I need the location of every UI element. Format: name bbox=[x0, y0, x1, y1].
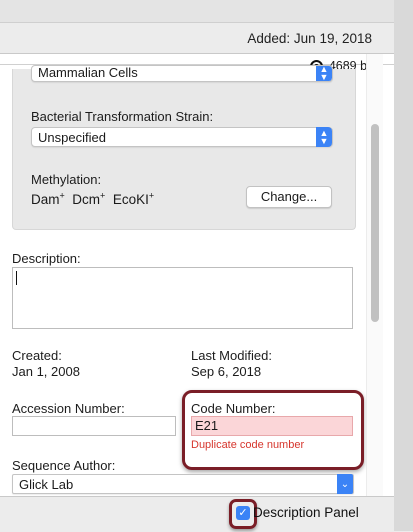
host-settings-group: Mammalian Cells ▲ ▼ Bacterial Transformat… bbox=[12, 65, 356, 230]
code-number-field[interactable]: E21 bbox=[191, 416, 353, 436]
sequence-properties-panel: 4689 bp Mammalian Cells ▲ ▼ Bacterial Tra… bbox=[0, 54, 394, 496]
code-number-label: Code Number: bbox=[191, 401, 276, 416]
methylation-list: Dam+ Dcm+ EcoKI+ bbox=[31, 190, 154, 207]
added-date-strip: Added: Jun 19, 2018 bbox=[0, 23, 394, 54]
accession-number-field[interactable] bbox=[12, 416, 176, 436]
change-methylation-button[interactable]: Change... bbox=[246, 186, 332, 208]
chevron-up-down-icon: ▲ ▼ bbox=[316, 127, 332, 147]
strain-label: Bacterial Transformation Strain: bbox=[31, 109, 214, 124]
methylation-dam: Dam+ bbox=[31, 190, 65, 207]
host-select-value: Mammalian Cells bbox=[38, 65, 138, 80]
methylation-dcm: Dcm+ bbox=[72, 190, 106, 207]
created-value: Jan 1, 2008 bbox=[12, 364, 80, 379]
strain-select[interactable]: Unspecified ▲ ▼ bbox=[31, 127, 333, 147]
chevron-up-down-icon: ▲ ▼ bbox=[316, 66, 332, 81]
added-label: Added: bbox=[247, 31, 291, 46]
sequence-author-combo[interactable]: Glick Lab ⌄ bbox=[12, 474, 354, 494]
description-panel-label: Description Panel bbox=[253, 505, 359, 520]
accession-number-label: Accession Number: bbox=[12, 401, 125, 416]
sequence-author-value: Glick Lab bbox=[19, 477, 74, 492]
methylation-ecoki: EcoKI+ bbox=[112, 190, 155, 207]
scrollbar-thumb[interactable] bbox=[371, 124, 379, 322]
last-modified-value: Sep 6, 2018 bbox=[191, 364, 262, 379]
sequence-author-label: Sequence Author: bbox=[12, 458, 116, 473]
created-label: Created: bbox=[12, 348, 62, 363]
description-label: Description: bbox=[12, 251, 81, 266]
bottom-bar: ✓ Description Panel bbox=[0, 496, 394, 532]
host-select[interactable]: Mammalian Cells ▲ ▼ bbox=[31, 65, 333, 82]
window-titlebar bbox=[0, 0, 394, 23]
description-textarea[interactable] bbox=[12, 267, 353, 329]
code-number-error: Duplicate code number bbox=[191, 439, 305, 451]
window-edge bbox=[394, 0, 413, 531]
added-value: Jun 19, 2018 bbox=[293, 31, 372, 46]
text-cursor bbox=[16, 271, 17, 285]
methylation-label: Methylation: bbox=[31, 172, 102, 187]
last-modified-label: Last Modified: bbox=[191, 348, 272, 363]
added-date: Added: Jun 19, 2018 bbox=[247, 31, 372, 46]
strain-select-value: Unspecified bbox=[38, 130, 106, 145]
chevron-down-icon: ⌄ bbox=[337, 474, 353, 494]
